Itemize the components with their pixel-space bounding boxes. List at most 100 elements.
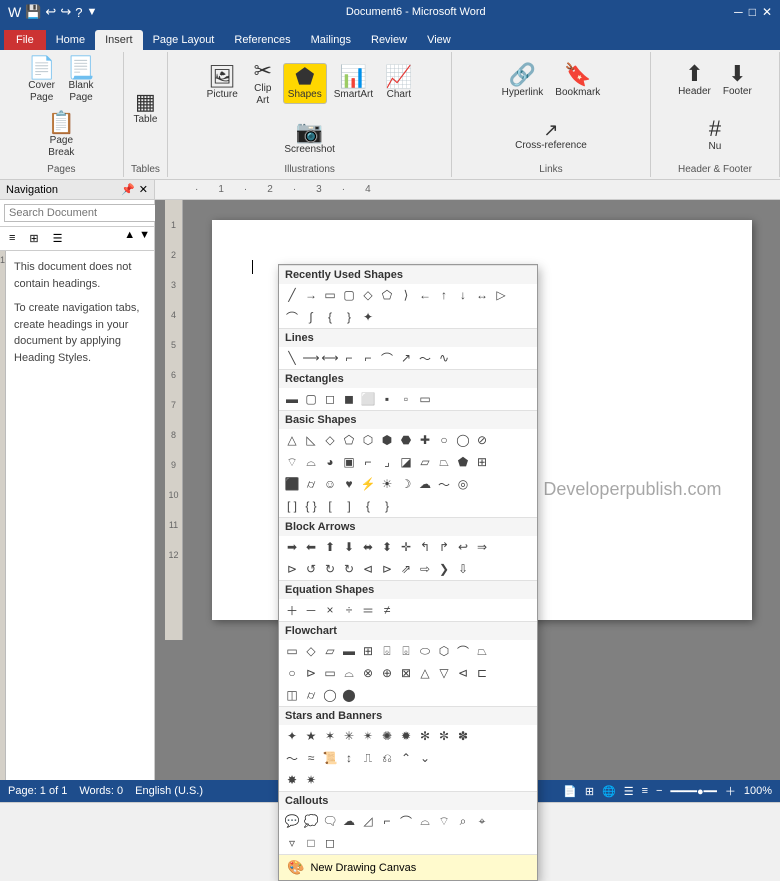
close-button[interactable]: ✕: [762, 5, 772, 19]
fc-offpage[interactable]: ⊳: [302, 664, 320, 682]
explosion1[interactable]: ✸: [283, 771, 301, 789]
fc-delay[interactable]: ⊏: [473, 664, 491, 682]
line-double-arrow[interactable]: ⟷: [321, 349, 339, 367]
bs-oval[interactable]: ◯: [454, 431, 472, 449]
bs-arc[interactable]: ⌓: [302, 453, 320, 471]
view-fullscreen-icon[interactable]: ⊞: [585, 785, 594, 798]
callout-down[interactable]: ▿: [283, 834, 301, 852]
page-break-button[interactable]: 📋 PageBreak: [43, 109, 80, 162]
callout-rect[interactable]: 💬: [283, 812, 301, 830]
tab-file[interactable]: File: [4, 30, 46, 50]
callout-no-border[interactable]: ⌖: [473, 812, 491, 830]
bs-chord[interactable]: ⌔: [283, 453, 301, 471]
fc-sort[interactable]: △: [416, 664, 434, 682]
ba-up[interactable]: ⬆: [321, 538, 339, 556]
ba-forward[interactable]: ⊳: [378, 560, 396, 578]
tab-home[interactable]: Home: [46, 30, 95, 50]
rect-snip[interactable]: ◻: [321, 390, 339, 408]
header-button[interactable]: ⬆ Header: [673, 60, 716, 101]
zoom-slider[interactable]: ━━━━●━━: [670, 785, 716, 798]
cross-reference-button[interactable]: ↗ Cross-reference: [510, 118, 592, 155]
screenshot-button[interactable]: 📷 Screenshot: [279, 118, 340, 159]
fc-card[interactable]: ▭: [321, 664, 339, 682]
bs-cross[interactable]: ✚: [416, 431, 434, 449]
nav-tab-results[interactable]: ☰: [48, 229, 68, 248]
ba-bend[interactable]: ↱: [435, 538, 453, 556]
callout-line[interactable]: ◿: [359, 812, 377, 830]
nav-pane-pin-icon[interactable]: 📌: [121, 183, 135, 196]
fc-collate[interactable]: ⊠: [397, 664, 415, 682]
star-32[interactable]: ✽: [454, 727, 472, 745]
callout-bent2[interactable]: ◻: [321, 834, 339, 852]
view-draft-icon[interactable]: ≡: [642, 785, 648, 797]
bs-triangle[interactable]: △: [283, 431, 301, 449]
bs-rt-triangle[interactable]: ◺: [302, 431, 320, 449]
fc-direct-access[interactable]: ◯: [321, 686, 339, 704]
ribbon-down[interactable]: ⌄: [416, 749, 434, 767]
bs-heptagon[interactable]: ⬢: [378, 431, 396, 449]
bs-pentagon[interactable]: ⬠: [340, 431, 358, 449]
bs-diamond[interactable]: ◇: [321, 431, 339, 449]
fc-internal-storage[interactable]: ⊞: [359, 642, 377, 660]
view-print-icon[interactable]: 📄: [563, 785, 577, 798]
bs-heart[interactable]: ♥: [340, 475, 358, 493]
bs-cloud[interactable]: ☁: [416, 475, 434, 493]
tab-insert[interactable]: Insert: [95, 30, 143, 50]
tab-mailings[interactable]: Mailings: [301, 30, 361, 50]
hyperlink-button[interactable]: 🔗 Hyperlink: [497, 61, 549, 102]
bs-no[interactable]: ⊘: [473, 431, 491, 449]
fc-or[interactable]: ⊕: [378, 664, 396, 682]
ba-notched-right[interactable]: ⊳: [283, 560, 301, 578]
shape-arrow-right[interactable]: →: [302, 286, 320, 304]
line-elbow2[interactable]: ⌐: [359, 349, 377, 367]
line-freeform[interactable]: 〜: [416, 349, 434, 367]
shape-round-rect[interactable]: ▢: [340, 286, 358, 304]
fc-database[interactable]: ⌭: [302, 686, 320, 704]
banner-scroll1[interactable]: 📜: [321, 749, 339, 767]
shape-arrow-up[interactable]: ↑: [435, 286, 453, 304]
callout-round-rect[interactable]: 💭: [302, 812, 320, 830]
fc-stored-data[interactable]: ◫: [283, 686, 301, 704]
fc-decision[interactable]: ◇: [302, 642, 320, 660]
ba-striped-right[interactable]: ⇒: [473, 538, 491, 556]
callout-bent-line[interactable]: ⌐: [378, 812, 396, 830]
shape-process[interactable]: ▷: [492, 286, 510, 304]
bs-diag-stripe[interactable]: ◪: [397, 453, 415, 471]
fc-extract[interactable]: ▽: [435, 664, 453, 682]
bs-trapezoid[interactable]: ⏢: [435, 453, 453, 471]
shape-arrow-down[interactable]: ↓: [454, 286, 472, 304]
rect-snip2[interactable]: ◼: [340, 390, 358, 408]
fc-preparation[interactable]: ⬡: [435, 642, 453, 660]
line-scribble[interactable]: ∿: [435, 349, 453, 367]
fc-display[interactable]: ⬤: [340, 686, 358, 704]
smartart-button[interactable]: 📊 SmartArt: [329, 63, 378, 104]
bs-corner[interactable]: ⌟: [378, 453, 396, 471]
ba-left-right[interactable]: ⬌: [359, 538, 377, 556]
ba-callout-arrow[interactable]: ⇗: [397, 560, 415, 578]
ba-quad[interactable]: ✛: [397, 538, 415, 556]
nav-tab-headings[interactable]: ≡: [4, 229, 20, 248]
banner-scroll2[interactable]: ↕: [340, 749, 358, 767]
fc-summing[interactable]: ⊗: [359, 664, 377, 682]
star-10[interactable]: ✺: [378, 727, 396, 745]
view-outline-icon[interactable]: ☰: [624, 785, 634, 798]
fc-data[interactable]: ▱: [321, 642, 339, 660]
shape-connector[interactable]: ⌒: [283, 308, 301, 326]
bs-hexagon[interactable]: ⬡: [359, 431, 377, 449]
eq-minus[interactable]: －: [302, 601, 320, 619]
help-icon[interactable]: ?: [75, 5, 82, 20]
ba-chevron[interactable]: ❯: [435, 560, 453, 578]
ba-right[interactable]: ➡: [283, 538, 301, 556]
bs-circle[interactable]: ○: [435, 431, 453, 449]
table-button[interactable]: ▦ Table: [127, 88, 163, 129]
bs-smiley[interactable]: ☺: [321, 475, 339, 493]
callout-oval[interactable]: 🗨: [321, 812, 339, 830]
nav-tab-pages[interactable]: ⊞: [24, 229, 43, 248]
shape-diamond[interactable]: ◇: [359, 286, 377, 304]
shapes-button[interactable]: ⬟ Shapes: [283, 63, 327, 104]
ba-curved-up[interactable]: ↺: [302, 560, 320, 578]
zoom-level[interactable]: 100%: [744, 785, 772, 797]
ba-uturn[interactable]: ↩: [454, 538, 472, 556]
new-drawing-canvas-button[interactable]: 🎨 New Drawing Canvas: [279, 854, 537, 880]
bs-octagon[interactable]: ⬣: [397, 431, 415, 449]
